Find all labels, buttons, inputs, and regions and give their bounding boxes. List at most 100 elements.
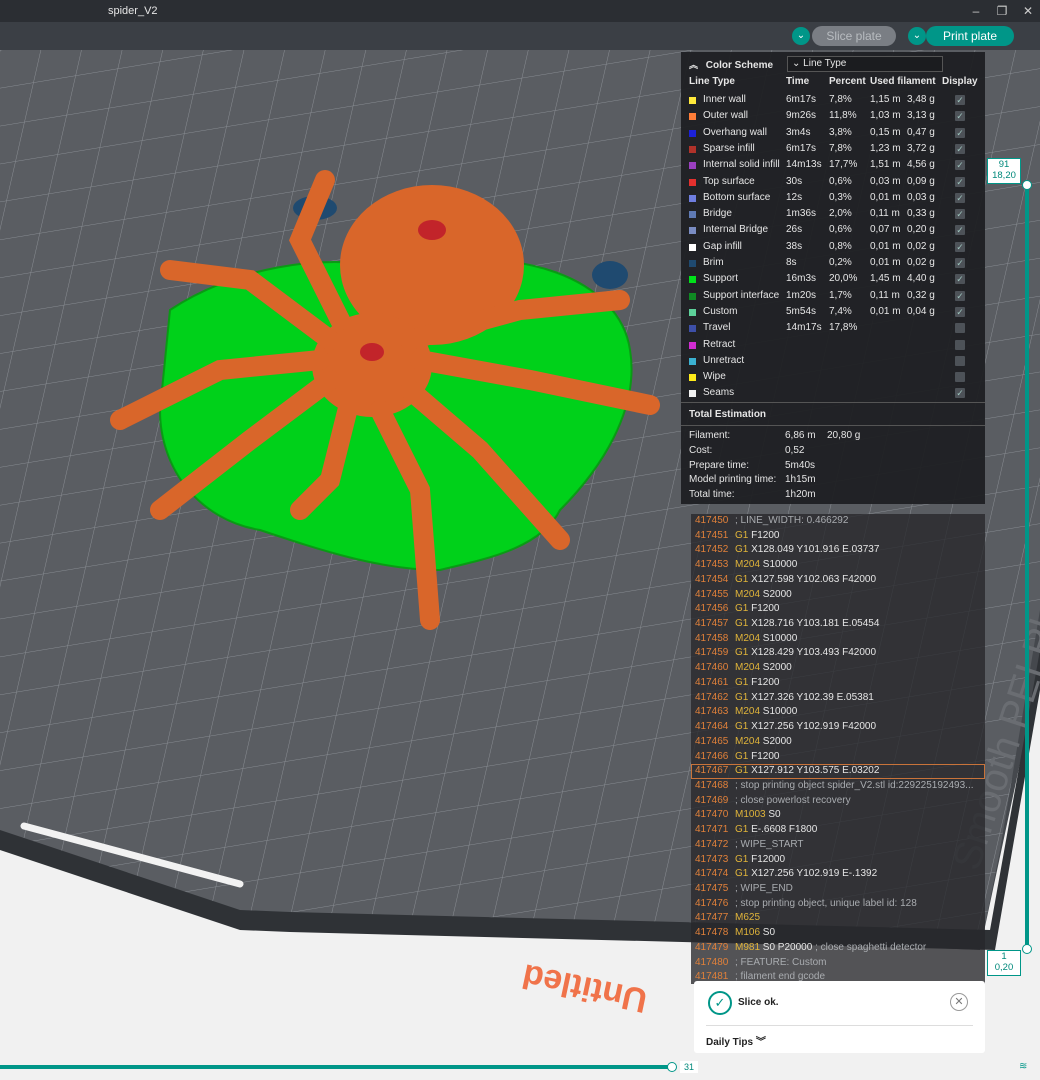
line-type-time: 14m13s xyxy=(786,159,822,171)
line-type-percent: 3,8% xyxy=(829,126,852,138)
gcode-line-number: 417472 xyxy=(695,838,729,850)
gcode-line[interactable]: 417463 M204 S10000 xyxy=(691,705,985,720)
line-type-length: 1,15 m xyxy=(870,94,901,105)
display-checkbox[interactable]: ✓ xyxy=(955,258,965,268)
gcode-line[interactable]: 417465 M204 S2000 xyxy=(691,735,985,750)
display-checkbox[interactable] xyxy=(955,323,965,334)
display-checkbox[interactable]: ✓ xyxy=(955,176,965,187)
gcode-line[interactable]: 417451 G1 F1200 xyxy=(691,529,985,544)
gcode-args: X127.256 Y102.919 F42000 xyxy=(751,721,877,733)
line-type-grams: 4,56 g xyxy=(907,159,935,171)
gcode-line[interactable]: 417475 ; WIPE_END xyxy=(691,882,985,897)
print-dropdown-icon[interactable]: ⌄ xyxy=(908,27,926,45)
close-window-icon[interactable]: ✕ xyxy=(1020,3,1036,19)
gcode-line[interactable]: 417453 M204 S10000 xyxy=(691,558,985,573)
restore-icon[interactable]: ❐ xyxy=(994,3,1010,19)
gcode-line[interactable]: 417458 M204 S10000 xyxy=(691,632,985,647)
display-checkbox[interactable]: ✓ xyxy=(955,192,965,203)
gcode-line-current[interactable]: 417467 G1 X127.912 Y103.575 E.03202 xyxy=(691,764,985,779)
gcode-line[interactable]: 417454 G1 X127.598 Y102.063 F42000 xyxy=(691,573,985,588)
gcode-line[interactable]: 417459 G1 X128.429 Y103.493 F42000 xyxy=(691,646,985,661)
display-checkbox[interactable]: ✓ xyxy=(955,160,965,171)
gcode-line[interactable]: 417479 M981 S0 P20000 ; close spaghetti d… xyxy=(691,941,985,956)
gcode-text: G1 X128.429 Y103.493 F42000 xyxy=(735,646,876,661)
line-type-time: 30s xyxy=(786,175,803,187)
display-checkbox[interactable]: ✓ xyxy=(955,274,965,285)
gcode-line[interactable]: 417452 G1 X128.049 Y101.916 E.03737 xyxy=(691,543,985,558)
slice-dropdown-icon[interactable]: ⌄ xyxy=(792,27,810,45)
gcode-line[interactable]: 417462 G1 X127.326 Y102.39 E.05381 xyxy=(691,691,985,706)
display-checkbox[interactable]: ✓ xyxy=(955,290,965,301)
gcode-command: G1 xyxy=(735,824,749,836)
gcode-line[interactable]: 417464 G1 X127.256 Y102.919 F42000 xyxy=(691,720,985,735)
display-checkbox[interactable] xyxy=(955,372,965,383)
layers-icon[interactable]: ≋ xyxy=(1019,1061,1029,1072)
gcode-line[interactable]: 417468 ; stop printing object spider_V2.s… xyxy=(691,779,985,794)
move-slider-handle[interactable] xyxy=(667,1062,677,1072)
gcode-line[interactable]: 417466 G1 F1200 xyxy=(691,750,985,765)
gcode-line[interactable]: 417477 M625 xyxy=(691,911,985,926)
color-swatch xyxy=(689,390,696,398)
gcode-line[interactable]: 417461 G1 F1200 xyxy=(691,676,985,691)
display-checkbox[interactable]: ✓ xyxy=(955,388,965,399)
gcode-text: G1 F1200 xyxy=(735,602,779,617)
gcode-line[interactable]: 417455 M204 S2000 xyxy=(691,588,985,603)
minimize-icon[interactable]: – xyxy=(968,3,984,19)
gcode-args: S2000 xyxy=(762,588,792,600)
title-bar: spider_V2 – ❐ ✕ xyxy=(0,0,1040,22)
gcode-command: M204 xyxy=(735,632,761,644)
slice-plate-button[interactable]: Slice plate xyxy=(812,26,896,46)
legend-row: Sparse infill 6m17s 7,8% 1,23 m 3,72 g ✓ xyxy=(681,141,985,157)
gcode-line[interactable]: 417478 M106 S0 xyxy=(691,926,985,941)
gcode-line-number: 417475 xyxy=(695,883,729,894)
gcode-line[interactable]: 417474 G1 X127.256 Y102.919 E-.1392 xyxy=(691,867,985,882)
gcode-command: M625 xyxy=(735,912,761,924)
legend-row: Support interface 1m20s 1,7% 0,11 m 0,32 g ✓ xyxy=(681,288,985,304)
gcode-line[interactable]: 417476 ; stop printing object, unique lab… xyxy=(691,897,985,912)
gcode-line[interactable]: 417460 M204 S2000 xyxy=(691,661,985,676)
gcode-line[interactable]: 417480 ; FEATURE: Custom xyxy=(691,956,985,971)
collapse-icon[interactable]: ︽ xyxy=(689,56,703,74)
color-swatch xyxy=(689,276,696,284)
layer-top-handle[interactable] xyxy=(1022,180,1032,190)
display-checkbox[interactable]: ✓ xyxy=(955,209,965,220)
layer-slider-track[interactable] xyxy=(1025,182,1029,948)
display-checkbox[interactable]: ✓ xyxy=(955,225,965,236)
move-slider-track[interactable] xyxy=(0,1065,672,1069)
gcode-command: M106 xyxy=(735,927,761,939)
line-type-length: 0,11 m xyxy=(870,208,900,220)
gcode-line[interactable]: 417469 ; close powerlost recovery xyxy=(691,794,985,809)
layer-bottom-handle[interactable] xyxy=(1022,944,1032,954)
gcode-args: X127.326 Y102.39 E.05381 xyxy=(751,691,874,703)
line-type-name: Unretract xyxy=(703,354,745,366)
display-checkbox[interactable] xyxy=(955,339,965,350)
display-checkbox[interactable]: ✓ xyxy=(955,111,965,122)
line-type-time: 3m4s xyxy=(786,126,811,138)
display-checkbox[interactable]: ✓ xyxy=(955,241,965,252)
gcode-line[interactable]: 417450 ; LINE_WIDTH: 0.466292 xyxy=(691,514,985,529)
gcode-line[interactable]: 417472 ; WIPE_START xyxy=(691,838,985,853)
gcode-line[interactable]: 417471 G1 E-.6608 F1800 xyxy=(691,823,985,838)
display-checkbox[interactable]: ✓ xyxy=(955,306,965,317)
gcode-args: F1200 xyxy=(751,529,780,541)
gcode-line[interactable]: 417457 G1 X128.716 Y103.181 E.05454 xyxy=(691,617,985,632)
color-swatch xyxy=(689,325,696,333)
display-checkbox[interactable]: ✓ xyxy=(955,143,965,154)
gcode-line[interactable]: 417473 G1 F12000 xyxy=(691,853,985,868)
gcode-viewer[interactable]: 417450 ; LINE_WIDTH: 0.466292 417451 G1 F12… xyxy=(691,514,985,984)
gcode-line[interactable]: 417470 M1003 S0 xyxy=(691,808,985,823)
display-checkbox[interactable]: ✓ xyxy=(955,127,965,138)
line-type-time: 8s xyxy=(786,257,797,268)
line-type-name: Wipe xyxy=(703,371,726,383)
daily-tips-toggle[interactable]: Daily Tips ︾ xyxy=(706,1033,766,1048)
legend-row: Seams ✓ xyxy=(681,385,985,401)
color-scheme-select[interactable]: ⌄ Line Type xyxy=(787,56,943,72)
gcode-text: M106 S0 xyxy=(735,926,775,941)
display-checkbox[interactable] xyxy=(955,355,965,366)
display-checkbox[interactable]: ✓ xyxy=(955,95,965,105)
gcode-line[interactable]: 417456 G1 F1200 xyxy=(691,602,985,617)
gcode-comment: ; WIPE_END xyxy=(735,883,793,894)
color-scheme-selected: Line Type xyxy=(803,58,847,69)
close-icon[interactable]: ✕ xyxy=(950,993,968,1011)
print-plate-button[interactable]: Print plate xyxy=(926,26,1014,46)
